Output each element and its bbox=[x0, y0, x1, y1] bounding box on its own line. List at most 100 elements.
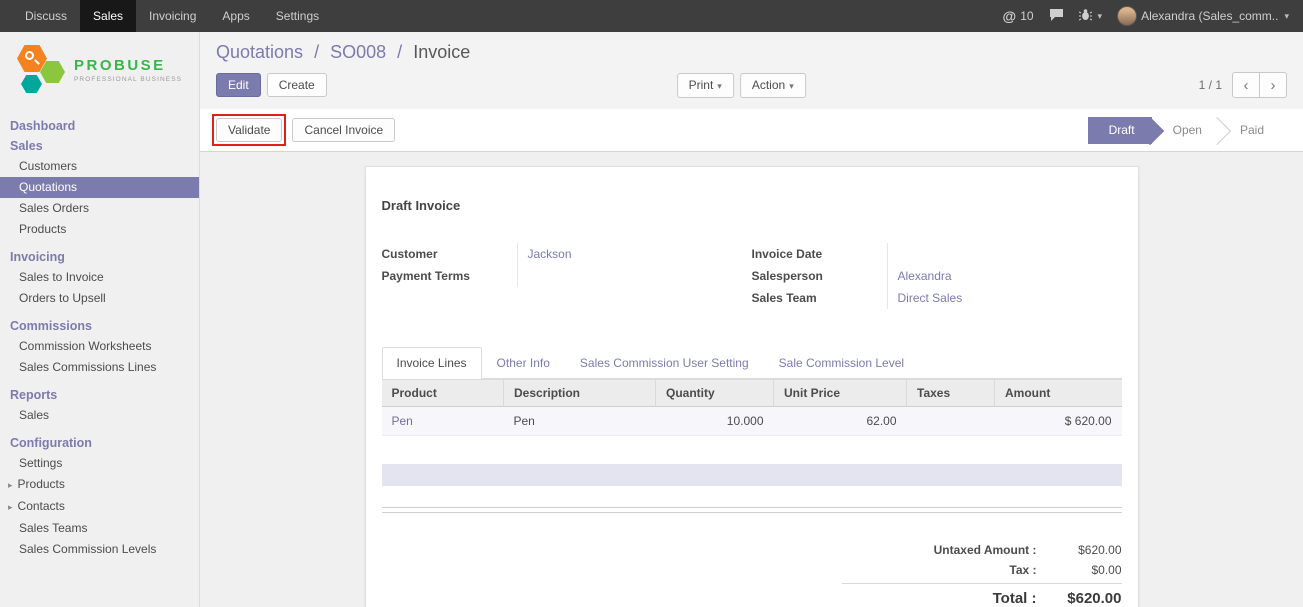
sidebar-item-label: Contacts bbox=[18, 499, 65, 513]
pager: 1 / 1 ‹ › bbox=[1199, 72, 1287, 98]
chevron-down-icon: ▾ bbox=[1098, 11, 1103, 22]
user-menu[interactable]: Alexandra (Sales_comm.. ▾ bbox=[1117, 6, 1289, 26]
col-header-quantity: Quantity bbox=[656, 380, 774, 407]
sidebar-item-sales-orders[interactable]: Sales Orders bbox=[0, 198, 199, 219]
sidebar-item-sales-teams[interactable]: Sales Teams bbox=[0, 518, 199, 539]
control-panel: Quotations / SO008 / Invoice Edit Create… bbox=[200, 32, 1303, 109]
total-label: Total : bbox=[842, 590, 1037, 607]
sidebar-section-sales[interactable]: Sales bbox=[0, 136, 199, 156]
avatar bbox=[1117, 6, 1137, 26]
brand-name: PROBUSE bbox=[74, 57, 182, 74]
caret-right-icon: ▸ bbox=[8, 480, 13, 490]
caret-right-icon: ▸ bbox=[8, 502, 13, 512]
chevron-down-icon: ▾ bbox=[1284, 11, 1289, 22]
empty-line-placeholder bbox=[382, 464, 1122, 486]
untaxed-amount-value: $620.00 bbox=[1037, 543, 1122, 557]
mention-count: 10 bbox=[1020, 9, 1033, 23]
edit-button[interactable]: Edit bbox=[216, 73, 261, 97]
sidebar-item-sales-commission-levels[interactable]: Sales Commission Levels bbox=[0, 539, 199, 560]
pager-next-button[interactable]: › bbox=[1259, 72, 1287, 98]
breadcrumb-current: Invoice bbox=[413, 42, 470, 62]
messages-button[interactable] bbox=[1049, 8, 1064, 24]
table-row[interactable]: Pen Pen 10.000 62.00 $ 620.00 bbox=[382, 407, 1122, 436]
sidebar-section-invoicing[interactable]: Invoicing bbox=[0, 247, 199, 267]
action-label: Action bbox=[752, 78, 785, 92]
tax-row: Tax : $0.00 bbox=[842, 560, 1122, 580]
invoice-date-label: Invoice Date bbox=[752, 243, 887, 265]
sidebar-item-config-contacts[interactable]: ▸ Contacts bbox=[0, 496, 199, 518]
create-button[interactable]: Create bbox=[267, 73, 327, 97]
tab-invoice-lines[interactable]: Invoice Lines bbox=[382, 347, 482, 379]
print-label: Print bbox=[689, 78, 714, 92]
field-groups: Customer Jackson Payment Terms Invoice D… bbox=[382, 243, 1122, 309]
pager-previous-button[interactable]: ‹ bbox=[1232, 72, 1260, 98]
sidebar-item-settings[interactable]: Settings bbox=[0, 453, 199, 474]
sidebar-item-dashboard[interactable]: Dashboard bbox=[0, 116, 199, 136]
sales-team-value[interactable]: Direct Sales bbox=[887, 287, 1122, 309]
menu-invoicing[interactable]: Invoicing bbox=[136, 0, 209, 32]
cell-unit-price: 62.00 bbox=[774, 407, 907, 436]
col-header-description: Description bbox=[504, 380, 656, 407]
right-field-group: Invoice Date Salesperson Alexandra Sales… bbox=[752, 243, 1122, 309]
sidebar-section-reports[interactable]: Reports bbox=[0, 385, 199, 405]
statusbar: Draft Open Paid bbox=[1088, 117, 1281, 144]
menu-sales[interactable]: Sales bbox=[80, 0, 136, 32]
magnifier-icon bbox=[25, 51, 34, 60]
validate-button[interactable]: Validate bbox=[216, 118, 282, 142]
untaxed-amount-row: Untaxed Amount : $620.00 bbox=[842, 540, 1122, 560]
sidebar-item-customers[interactable]: Customers bbox=[0, 156, 199, 177]
print-dropdown[interactable]: Print▾ bbox=[677, 73, 734, 98]
sidebar-item-sales-commissions-lines[interactable]: Sales Commissions Lines bbox=[0, 357, 199, 378]
cell-product: Pen bbox=[382, 407, 504, 436]
breadcrumb-so008[interactable]: SO008 bbox=[330, 42, 386, 62]
probuse-logo-icon bbox=[16, 44, 66, 96]
sales-team-label: Sales Team bbox=[752, 287, 887, 309]
tab-other-info[interactable]: Other Info bbox=[482, 347, 565, 379]
cancel-invoice-button[interactable]: Cancel Invoice bbox=[292, 118, 395, 142]
form-buttons: Edit Create bbox=[216, 73, 327, 97]
chevron-down-icon: ▾ bbox=[789, 81, 794, 91]
status-draft[interactable]: Draft bbox=[1088, 117, 1152, 144]
sidebar-section-commissions[interactable]: Commissions bbox=[0, 316, 199, 336]
breadcrumb-quotations[interactable]: Quotations bbox=[216, 42, 303, 62]
payment-terms-label: Payment Terms bbox=[382, 265, 517, 287]
probuse-logo: PROBUSE PROFESSIONAL BUSINESS bbox=[0, 32, 199, 112]
app-menus: Discuss Sales Invoicing Apps Settings bbox=[0, 0, 332, 32]
tab-sales-commission-user-setting[interactable]: Sales Commission User Setting bbox=[565, 347, 764, 379]
sidebar: PROBUSE PROFESSIONAL BUSINESS Dashboard … bbox=[0, 32, 200, 607]
annotation-highlight-box: Validate bbox=[212, 114, 286, 146]
bug-icon bbox=[1079, 8, 1092, 24]
sidebar-item-sales-to-invoice[interactable]: Sales to Invoice bbox=[0, 267, 199, 288]
sidebar-item-config-products[interactable]: ▸ Products bbox=[0, 474, 199, 496]
invoice-state-title: Draft Invoice bbox=[382, 198, 1122, 213]
tax-label: Tax : bbox=[842, 563, 1037, 577]
sidebar-item-products[interactable]: Products bbox=[0, 219, 199, 240]
sidebar-item-label: Products bbox=[18, 477, 65, 491]
debug-menu-button[interactable]: ▾ bbox=[1079, 8, 1103, 24]
menu-discuss[interactable]: Discuss bbox=[12, 0, 80, 32]
menu-apps[interactable]: Apps bbox=[209, 0, 262, 32]
section-separator bbox=[382, 507, 1122, 513]
cell-amount: $ 620.00 bbox=[995, 407, 1122, 436]
sidebar-nav: Dashboard Sales Customers Quotations Sal… bbox=[0, 112, 199, 560]
salesperson-value[interactable]: Alexandra bbox=[887, 265, 1122, 287]
brand-tagline: PROFESSIONAL BUSINESS bbox=[74, 76, 182, 83]
col-header-unit-price: Unit Price bbox=[774, 380, 907, 407]
sidebar-item-commission-worksheets[interactable]: Commission Worksheets bbox=[0, 336, 199, 357]
sidebar-section-configuration[interactable]: Configuration bbox=[0, 433, 199, 453]
invoice-lines-table: Product Description Quantity Unit Price … bbox=[382, 379, 1122, 436]
mention-icon: @ bbox=[1003, 8, 1017, 24]
breadcrumb: Quotations / SO008 / Invoice bbox=[200, 40, 1303, 71]
menu-settings[interactable]: Settings bbox=[263, 0, 332, 32]
customer-value[interactable]: Jackson bbox=[517, 243, 752, 265]
main-area: Quotations / SO008 / Invoice Edit Create… bbox=[200, 32, 1303, 607]
action-dropdown[interactable]: Action ▾ bbox=[740, 73, 806, 98]
sidebar-item-quotations[interactable]: Quotations bbox=[0, 177, 199, 198]
sidebar-item-orders-to-upsell[interactable]: Orders to Upsell bbox=[0, 288, 199, 309]
invoice-sheet: Draft Invoice Customer Jackson Payment T… bbox=[365, 166, 1139, 607]
col-header-amount: Amount bbox=[995, 380, 1122, 407]
tab-sale-commission-level[interactable]: Sale Commission Level bbox=[764, 347, 919, 379]
mentions-button[interactable]: @ 10 bbox=[1003, 8, 1034, 24]
breadcrumb-separator: / bbox=[314, 42, 319, 62]
sidebar-item-reports-sales[interactable]: Sales bbox=[0, 405, 199, 426]
